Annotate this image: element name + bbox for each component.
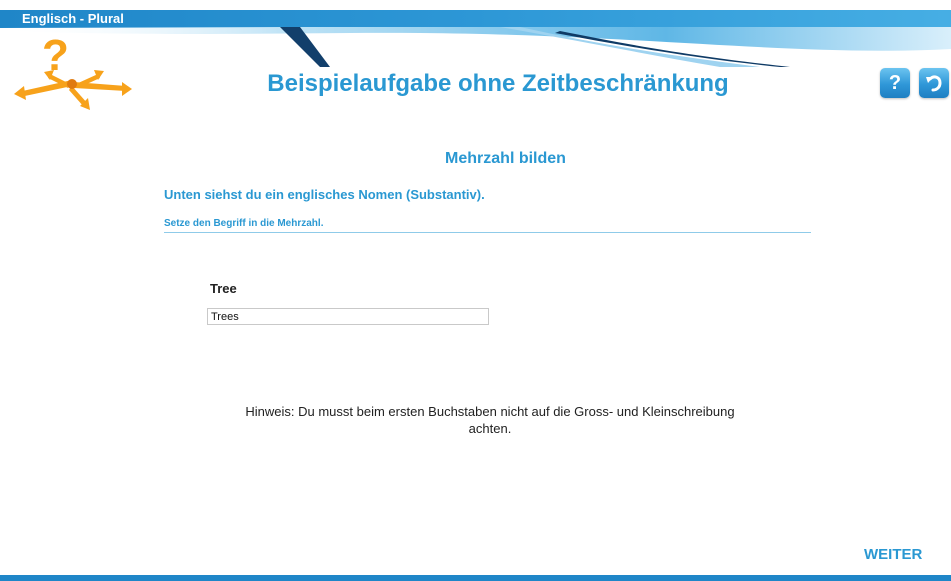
- instruction-secondary: Setze den Begriff in die Mehrzahl.: [164, 218, 324, 229]
- header-strip: [0, 10, 951, 28]
- instruction-primary: Unten siehst du ein englisches Nomen (Su…: [164, 187, 485, 202]
- exercise-page: Englisch - Plural ? Beispielaufgabe ohne…: [0, 0, 951, 581]
- footer-bar: [0, 575, 951, 581]
- term-label: Tree: [210, 281, 237, 296]
- answer-input[interactable]: [207, 308, 489, 325]
- divider: [164, 232, 811, 233]
- undo-icon: [926, 75, 942, 92]
- undo-button[interactable]: [919, 68, 949, 98]
- app-title: Englisch - Plural: [22, 11, 124, 26]
- help-button[interactable]: ?: [880, 68, 910, 98]
- hint-text: Hinweis: Du musst beim ersten Buchstaben…: [245, 404, 735, 436]
- section-title: Mehrzahl bilden: [445, 150, 566, 167]
- page-title: Beispielaufgabe ohne Zeitbeschränkung: [267, 70, 729, 97]
- help-icon: ?: [888, 71, 902, 94]
- next-button[interactable]: WEITER: [864, 546, 922, 563]
